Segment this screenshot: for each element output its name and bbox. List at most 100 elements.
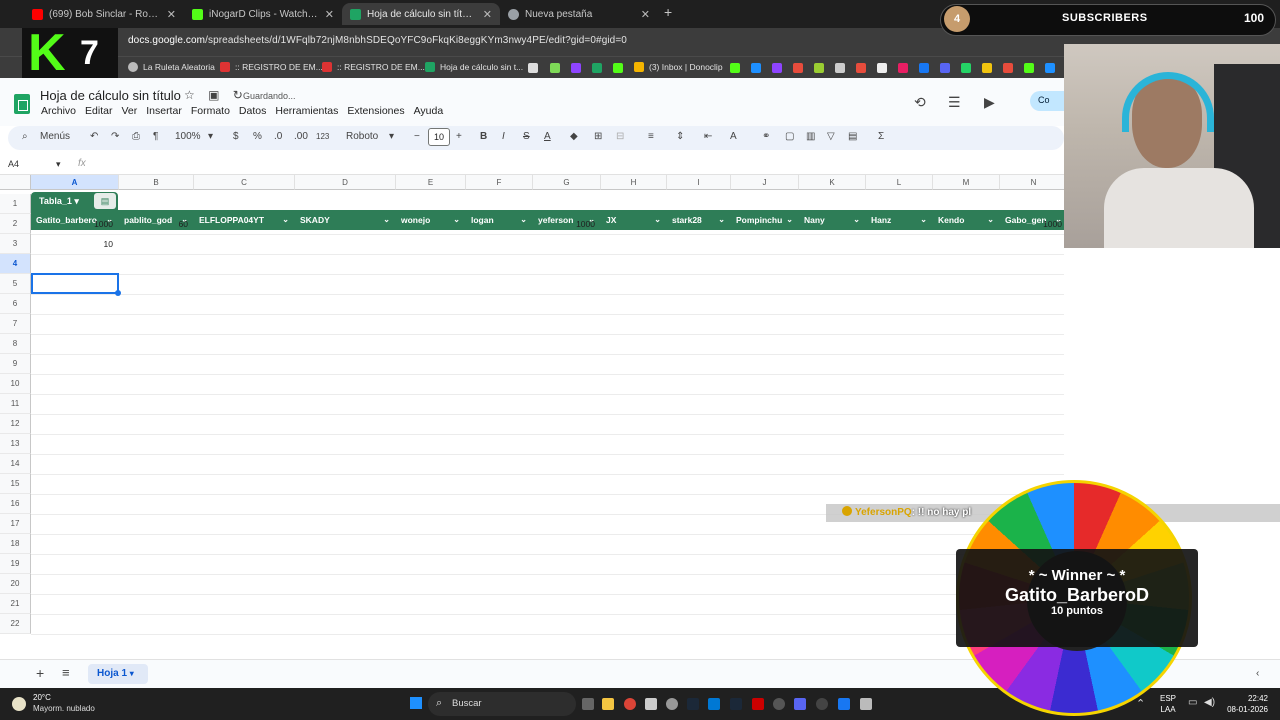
row-header[interactable]: 14 [0, 454, 31, 474]
column-header[interactable]: N [1000, 175, 1064, 190]
table-cell[interactable]: 60 [119, 214, 194, 234]
menu-formato[interactable]: Formato [191, 105, 230, 117]
bookmark-icon[interactable] [940, 63, 950, 73]
chevron-down-icon[interactable]: ⌄ [987, 210, 994, 230]
row-header[interactable]: 7 [0, 314, 31, 334]
table-header-cell[interactable]: wonejo ⌄ [396, 210, 466, 230]
bookmark-icon[interactable] [550, 63, 560, 73]
column-header[interactable]: B [119, 175, 194, 190]
menu-editar[interactable]: Editar [85, 105, 112, 117]
table-header-cell[interactable]: JX ⌄ [601, 210, 667, 230]
selected-cell-a4[interactable] [31, 273, 121, 296]
search-icon[interactable]: ⌕ [22, 131, 28, 142]
column-header[interactable]: D [295, 175, 396, 190]
bookmark-icon[interactable] [751, 63, 761, 73]
add-sheet-button[interactable]: + [36, 665, 44, 681]
filter-icon[interactable]: ▽ [827, 131, 835, 142]
chevron-left-icon[interactable]: ‹ [1256, 668, 1259, 679]
sheets-logo-icon[interactable] [14, 94, 30, 114]
row-header[interactable]: 2 [0, 214, 31, 234]
browser-tab-kick[interactable]: iNogarD Clips - Watch Live on ✕ [184, 3, 342, 25]
bookmark-icon[interactable] [1024, 63, 1034, 73]
taskbar-app-icon[interactable] [708, 698, 720, 710]
menu-datos[interactable]: Datos [239, 105, 266, 117]
percent-button[interactable]: % [253, 131, 262, 142]
bookmark-icon[interactable] [856, 63, 866, 73]
bold-icon[interactable]: B [480, 131, 487, 142]
row-header[interactable]: 20 [0, 574, 31, 594]
chevron-down-icon[interactable]: ⌄ [282, 210, 289, 230]
bookmark-icon[interactable] [877, 63, 887, 73]
table-cell[interactable]: 1000 [31, 214, 119, 234]
column-header[interactable]: H [601, 175, 667, 190]
table-options-icon[interactable]: ▤ [94, 193, 116, 209]
row-header[interactable]: 13 [0, 434, 31, 454]
tray-chevron-icon[interactable]: ⌃ [1136, 697, 1145, 710]
chart-icon[interactable]: ▥ [806, 131, 815, 142]
taskbar-app-icon[interactable] [645, 698, 657, 710]
browser-tab-sheets[interactable]: Hoja de cálculo sin título - Hoja ✕ [342, 3, 500, 25]
all-sheets-button[interactable]: ≡ [62, 665, 70, 680]
table-header-cell[interactable]: ELFLOPPA04YT ⌄ [194, 210, 295, 230]
font-size-field[interactable]: 10 [428, 128, 450, 146]
row-header[interactable]: 4 [0, 254, 31, 274]
select-all-corner[interactable] [0, 175, 31, 190]
row-header[interactable]: 22 [0, 614, 31, 634]
chevron-down-icon[interactable]: ⌄ [654, 210, 661, 230]
column-header[interactable]: G [533, 175, 601, 190]
bookmark-icon[interactable] [793, 63, 803, 73]
volume-icon[interactable]: ◀) [1204, 697, 1215, 708]
row-header[interactable]: 16 [0, 494, 31, 514]
close-icon[interactable]: ✕ [325, 8, 334, 21]
table-header-cell[interactable]: Hanz ⌄ [866, 210, 933, 230]
increase-decimals-button[interactable]: .00 [294, 131, 308, 142]
column-header[interactable]: I [667, 175, 731, 190]
browser-tab-new[interactable]: Nueva pestaña ✕ [500, 3, 658, 25]
italic-icon[interactable]: I [502, 131, 505, 142]
row-header[interactable]: 18 [0, 534, 31, 554]
row-header[interactable]: 5 [0, 274, 31, 294]
task-view-icon[interactable] [582, 698, 594, 710]
bookmark-icon[interactable] [835, 63, 845, 73]
column-header[interactable]: E [396, 175, 466, 190]
filter-views-icon[interactable]: ▤ [848, 131, 857, 142]
link-icon[interactable]: ⚭ [762, 131, 770, 142]
bookmark-sheets[interactable]: Hoja de cálculo sin t... [425, 62, 523, 72]
discord-icon[interactable] [794, 698, 806, 710]
currency-button[interactable]: $ [233, 131, 239, 142]
row-header[interactable]: 6 [0, 294, 31, 314]
network-icon[interactable]: ▭ [1188, 697, 1197, 708]
strikethrough-icon[interactable]: S [523, 131, 530, 142]
menu-ver[interactable]: Ver [121, 105, 137, 117]
undo-icon[interactable]: ↶ [90, 131, 98, 142]
bookmark-ruleta[interactable]: La Ruleta Aleatoria [128, 62, 215, 72]
whatsapp-icon[interactable] [961, 63, 971, 73]
chevron-down-icon[interactable]: ⌄ [786, 210, 793, 230]
text-wrap-icon[interactable]: ⇤ [704, 131, 712, 142]
merge-cells-icon[interactable]: ⊟ [616, 131, 624, 142]
close-icon[interactable]: ✕ [167, 8, 176, 21]
table-header-cell[interactable]: Nany ⌄ [799, 210, 866, 230]
obs-icon[interactable] [816, 698, 828, 710]
table-header-cell[interactable]: Pompinchu ⌄ [731, 210, 799, 230]
browser-tab-youtube[interactable]: (699) Bob Sinclar - Rock the Bo ✕ [24, 3, 184, 25]
fill-color-icon[interactable]: ◆ [570, 131, 578, 142]
row-header[interactable]: 11 [0, 394, 31, 414]
bookmark-icon[interactable] [1045, 63, 1055, 73]
close-icon[interactable]: ✕ [483, 8, 492, 21]
chrome-icon[interactable] [624, 698, 636, 710]
column-header[interactable]: M [933, 175, 1000, 190]
borders-icon[interactable]: ⊞ [594, 131, 602, 142]
column-header[interactable]: C [194, 175, 295, 190]
table-header-cell[interactable]: Kendo ⌄ [933, 210, 1000, 230]
taskbar-app-icon[interactable] [752, 698, 764, 710]
bookmark-icon[interactable] [919, 63, 929, 73]
row-header[interactable]: 10 [0, 374, 31, 394]
number-format-button[interactable]: 123 [316, 132, 329, 141]
steam-icon[interactable] [687, 698, 699, 710]
chevron-down-icon[interactable]: ▾ [56, 159, 61, 170]
decrease-decimals-button[interactable]: .0 [274, 131, 282, 142]
menu-herramientas[interactable]: Herramientas [275, 105, 338, 117]
zoom-select[interactable]: 100% [175, 131, 201, 142]
bookmark-icon[interactable] [571, 63, 581, 73]
